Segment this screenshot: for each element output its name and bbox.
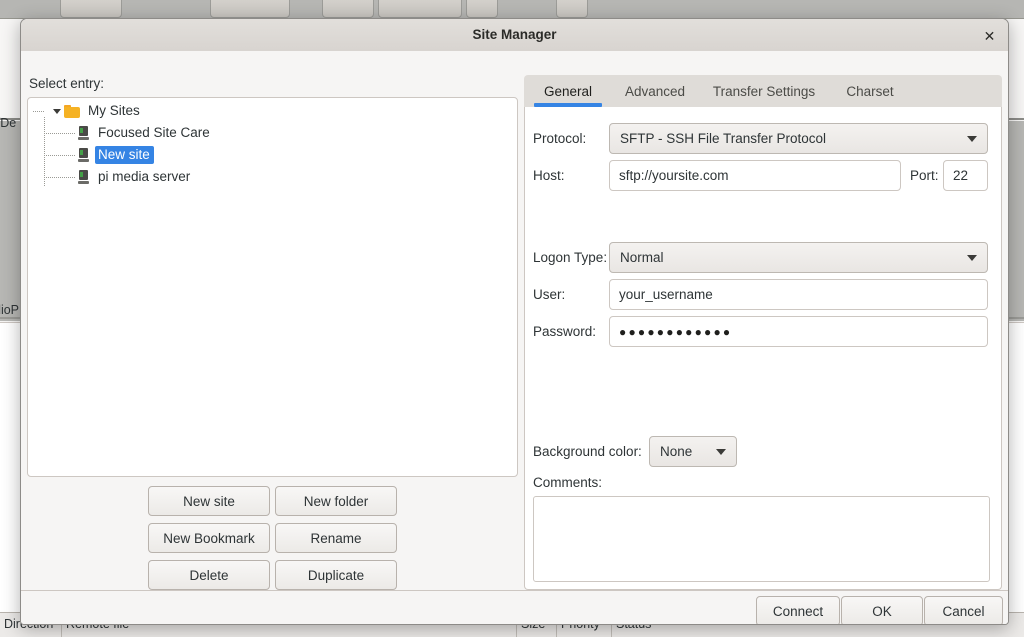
- rename-button[interactable]: Rename: [275, 523, 397, 553]
- connect-button[interactable]: Connect: [756, 596, 840, 625]
- protocol-label: Protocol:: [533, 131, 586, 146]
- settings-tabs: General Advanced Transfer Settings Chars…: [524, 75, 1002, 107]
- directory-label: l/De: [0, 116, 16, 130]
- tree-item-my-sites[interactable]: My Sites: [50, 100, 144, 122]
- tree-guide-line: [33, 111, 44, 112]
- site-manager-dialog: Site Manager ✕ Select entry: My Sites: [20, 18, 1009, 625]
- tree-item-pi-media-server[interactable]: pi media server: [78, 166, 194, 188]
- new-folder-button[interactable]: New folder: [275, 486, 397, 516]
- toolbar-button[interactable]: [210, 0, 290, 18]
- tree-guide-line: [44, 177, 75, 178]
- chevron-down-icon: [967, 255, 977, 261]
- host-label: Host:: [533, 168, 565, 183]
- comments-label: Comments:: [533, 475, 602, 490]
- protocol-value: SFTP - SSH File Transfer Protocol: [620, 131, 961, 146]
- toolbar-button[interactable]: [378, 0, 462, 18]
- duplicate-button[interactable]: Duplicate: [275, 560, 397, 590]
- logon-type-value: Normal: [620, 250, 961, 265]
- toolbar-button[interactable]: [556, 0, 588, 18]
- tree-guide-line: [44, 133, 75, 134]
- password-value: ●●●●●●●●●●●●: [619, 325, 732, 339]
- host-input[interactable]: sftp://yoursite.com: [609, 160, 901, 191]
- dialog-title: Site Manager: [21, 19, 1008, 51]
- close-icon[interactable]: ✕: [979, 25, 1000, 46]
- select-entry-label: Select entry:: [29, 76, 104, 91]
- tab-transfer-settings[interactable]: Transfer Settings: [702, 75, 826, 107]
- new-site-button[interactable]: New site: [148, 486, 270, 516]
- user-input[interactable]: your_username: [609, 279, 988, 310]
- tree-item-focused-site-care[interactable]: Focused Site Care: [78, 122, 214, 144]
- main-toolbar: [0, 0, 1024, 19]
- cancel-button[interactable]: Cancel: [924, 596, 1003, 625]
- server-icon: [78, 148, 89, 162]
- tab-general[interactable]: General: [532, 75, 604, 107]
- dialog-footer: Connect OK Cancel: [21, 590, 1008, 625]
- tab-charset[interactable]: Charset: [836, 75, 904, 107]
- chevron-down-icon[interactable]: [50, 100, 64, 122]
- tree-item-label: pi media server: [95, 168, 194, 186]
- site-tree[interactable]: My Sites Focused Site Care New site pi m…: [27, 97, 518, 477]
- ok-button[interactable]: OK: [841, 596, 923, 625]
- background-color-select[interactable]: None: [649, 436, 737, 467]
- logon-type-label: Logon Type:: [533, 250, 607, 265]
- chevron-down-icon: [716, 449, 726, 455]
- new-bookmark-button[interactable]: New Bookmark: [148, 523, 270, 553]
- comments-textarea[interactable]: [533, 496, 990, 582]
- general-tab-panel: Protocol: SFTP - SSH File Transfer Proto…: [524, 107, 1002, 590]
- toolbar-button[interactable]: [466, 0, 498, 18]
- tree-item-label: My Sites: [85, 102, 144, 120]
- user-label: User:: [533, 287, 565, 302]
- chevron-down-icon: [967, 136, 977, 142]
- dialog-body: Select entry: My Sites Foc: [21, 51, 1008, 590]
- delete-button[interactable]: Delete: [148, 560, 270, 590]
- protocol-select[interactable]: SFTP - SSH File Transfer Protocol: [609, 123, 988, 154]
- toolbar-button[interactable]: [322, 0, 374, 18]
- site-settings-pane: General Advanced Transfer Settings Chars…: [524, 75, 1002, 594]
- port-input[interactable]: 22: [943, 160, 988, 191]
- password-label: Password:: [533, 324, 596, 339]
- tree-guide-line: [44, 117, 45, 186]
- server-icon: [78, 170, 89, 184]
- tree-item-label: New site: [95, 146, 154, 164]
- server-icon: [78, 126, 89, 140]
- dialog-titlebar[interactable]: Site Manager ✕: [21, 19, 1008, 52]
- port-label: Port:: [910, 168, 939, 183]
- tree-guide-line: [44, 155, 75, 156]
- tab-advanced[interactable]: Advanced: [616, 75, 694, 107]
- tree-item-new-site[interactable]: New site: [78, 144, 154, 166]
- logon-type-select[interactable]: Normal: [609, 242, 988, 273]
- tree-item-label: Focused Site Care: [95, 124, 214, 142]
- folder-icon: [64, 105, 80, 118]
- background-color-value: None: [660, 444, 710, 459]
- password-input[interactable]: ●●●●●●●●●●●●: [609, 316, 988, 347]
- toolbar-button[interactable]: [60, 0, 122, 18]
- local-tree-item: dioP: [0, 303, 19, 317]
- background-color-label: Background color:: [533, 444, 642, 459]
